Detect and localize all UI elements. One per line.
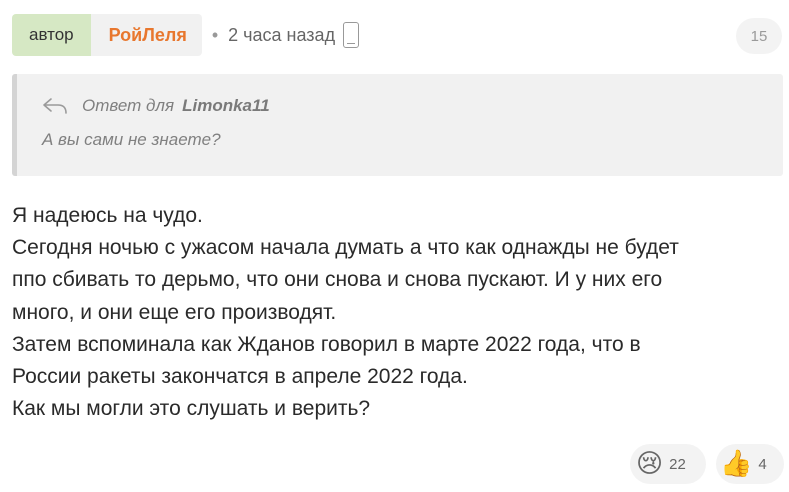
comment-body: Я надеюсь на чудо. Сегодня ночью с ужасо… bbox=[12, 200, 782, 425]
body-line: Затем вспоминала как Жданов говорил в ма… bbox=[12, 332, 641, 356]
body-line: Как мы могли это слушать и верить? bbox=[12, 397, 371, 421]
reply-quote[interactable]: Ответ для Limonka11 А вы сами не знаете? bbox=[12, 74, 783, 176]
quote-header: Ответ для Limonka11 bbox=[42, 96, 270, 116]
reaction-thumbs-up-button[interactable]: 👍 4 bbox=[716, 444, 784, 484]
crying-face-icon: 😢 bbox=[636, 449, 664, 479]
comment-time: 2 часа назад bbox=[228, 24, 336, 45]
author-badge[interactable]: автор РойЛеля bbox=[12, 14, 202, 56]
author-tag: автор bbox=[12, 14, 91, 56]
quote-prefix: Ответ для bbox=[82, 96, 175, 115]
thumbs-up-icon: 👍 bbox=[720, 449, 753, 479]
author-name[interactable]: РойЛеля bbox=[90, 14, 202, 56]
comment-rating[interactable]: 15 bbox=[736, 18, 782, 54]
body-line: ппо сбивать то дерьмо, что они снова и с… bbox=[12, 268, 663, 292]
body-line: Сегодня ночью с ужасом начала думать а ч… bbox=[12, 236, 679, 260]
body-line: России ракеты закончатся в апреле 2022 г… bbox=[12, 365, 468, 389]
reaction-crying-button[interactable]: 😢 22 bbox=[630, 444, 706, 484]
body-line: Я надеюсь на чудо. bbox=[12, 204, 203, 227]
comment-header: автор РойЛеля • 2 часа назад bbox=[12, 14, 360, 56]
quote-text: А вы сами не знаете? bbox=[42, 130, 221, 149]
quote-username[interactable]: Limonka11 bbox=[182, 96, 270, 116]
reaction-count: 22 bbox=[669, 455, 686, 473]
separator-dot: • bbox=[211, 24, 219, 45]
reaction-count: 4 bbox=[758, 455, 767, 473]
body-line: много, и они еще его производят. bbox=[12, 300, 337, 324]
reply-icon bbox=[43, 98, 67, 114]
phone-icon bbox=[343, 22, 360, 48]
